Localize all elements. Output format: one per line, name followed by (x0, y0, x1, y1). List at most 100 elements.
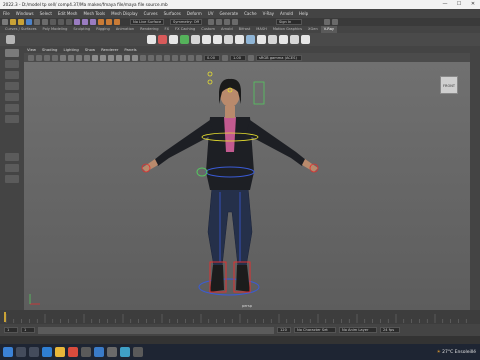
viewport-menu-lighting[interactable]: Lighting (60, 47, 81, 52)
vray-cosmos-icon[interactable] (290, 35, 299, 44)
xray-icon[interactable] (180, 54, 186, 61)
camera-select-icon[interactable] (28, 54, 34, 61)
face-control-mid[interactable] (207, 79, 213, 85)
app-icon-1[interactable] (81, 347, 91, 357)
menu-edit-mesh[interactable]: Edit Mesh (55, 11, 81, 16)
menu-help[interactable]: Help (296, 11, 311, 16)
live-surface-field[interactable]: No Live Surface (130, 19, 164, 25)
menu-mesh-tools[interactable]: Mesh Tools (80, 11, 108, 16)
maximize-icon[interactable]: ☐ (452, 0, 466, 9)
chrome-icon[interactable] (68, 347, 78, 357)
current-frame-marker[interactable] (4, 312, 6, 322)
camera-attributes-icon[interactable] (36, 54, 42, 61)
anim-start-field[interactable]: 1 (21, 327, 35, 333)
textured-icon[interactable] (116, 54, 122, 61)
snap-grid-icon[interactable] (74, 19, 80, 25)
range-slider[interactable] (38, 326, 274, 334)
vray-object-properties-icon[interactable] (279, 35, 288, 44)
use-all-lights-icon[interactable] (124, 54, 130, 61)
maya-taskbar-icon[interactable] (120, 347, 130, 357)
file-explorer-icon[interactable] (55, 347, 65, 357)
minimize-icon[interactable]: — (438, 0, 452, 9)
weather-widget[interactable]: ☀ 27°C Ensoleillé (437, 350, 480, 355)
lasso-tool-icon[interactable] (5, 60, 19, 68)
menu-deform[interactable]: Deform (184, 11, 205, 16)
shelf-tab-xgen[interactable]: XGen (305, 26, 321, 33)
isolate-select-icon[interactable] (172, 54, 178, 61)
menu-arnold[interactable]: Arnold (277, 11, 296, 16)
motion-blur-icon[interactable] (148, 54, 154, 61)
wireframe-on-shaded-icon[interactable] (108, 54, 114, 61)
close-icon[interactable]: ✕ (466, 0, 480, 9)
menu-curves[interactable]: Curves (141, 11, 161, 16)
vray-proxy-icon[interactable] (224, 35, 233, 44)
color-management-icon[interactable] (248, 54, 254, 61)
search-icon[interactable] (16, 347, 26, 357)
shelf-tab-bifrost[interactable]: Bifrost (236, 26, 254, 33)
viewport-menu-panels[interactable]: Panels (121, 47, 139, 52)
toolbar-toggle-icon[interactable] (324, 19, 330, 25)
gamma-icon[interactable] (222, 54, 228, 61)
single-view-layout-icon[interactable] (5, 153, 19, 161)
smooth-shade-icon[interactable] (100, 54, 106, 61)
vray-dome-light-icon[interactable] (213, 35, 222, 44)
viewport-menu-view[interactable]: View (24, 47, 39, 52)
shelf-tab-poly-modeling[interactable]: Poly Modeling (40, 26, 71, 33)
screen-space-ao-icon[interactable] (140, 54, 146, 61)
paint-select-tool-icon[interactable] (5, 71, 19, 79)
open-scene-icon[interactable] (18, 19, 24, 25)
redo-icon[interactable] (42, 19, 48, 25)
shelf-tab-v-ray[interactable]: V-Ray (320, 26, 338, 33)
app-icon-2[interactable] (94, 347, 104, 357)
ipr-render-icon[interactable] (106, 19, 112, 25)
wireframe-icon[interactable] (92, 54, 98, 61)
select-by-hierarchy-icon[interactable] (50, 19, 56, 25)
anim-layer-dropdown[interactable]: No Anim Layer (339, 327, 377, 333)
render-settings-icon[interactable] (114, 19, 120, 25)
start-icon[interactable] (3, 347, 13, 357)
move-tool-icon[interactable] (5, 82, 19, 90)
menu-select[interactable]: Select (37, 11, 55, 16)
shelf-tab-motion-graphics[interactable]: Motion Graphics (270, 26, 305, 33)
app-icon-3[interactable] (107, 347, 117, 357)
app-icon-4[interactable] (133, 347, 143, 357)
scale-tool-icon[interactable] (5, 104, 19, 112)
snapshot-icon[interactable] (216, 19, 222, 25)
shelf-tab-rigging[interactable]: Rigging (93, 26, 113, 33)
menu-windows[interactable]: Windows (13, 11, 37, 16)
shelf-tab-curves-surfaces[interactable]: Curves / Surfaces (2, 26, 40, 33)
gate-mask-icon[interactable] (84, 54, 90, 61)
task-view-icon[interactable] (29, 347, 39, 357)
gamma-field[interactable]: 1.00 (230, 54, 246, 61)
vray-fur-icon[interactable] (235, 35, 244, 44)
command-line[interactable] (0, 336, 480, 344)
time-slider[interactable] (0, 310, 480, 324)
viewport-menu-renderer[interactable]: Renderer (98, 47, 121, 52)
shelf-tab-custom[interactable]: Custom (198, 26, 218, 33)
menu-cache[interactable]: Cache (241, 11, 259, 16)
shadows-icon[interactable] (132, 54, 138, 61)
range-start-field[interactable]: 1 (4, 327, 18, 333)
vray-sphere-light-icon[interactable] (202, 35, 211, 44)
vray-physical-camera-icon[interactable] (246, 35, 255, 44)
shelf-settings-icon[interactable] (6, 35, 15, 44)
vray-material-icon[interactable] (180, 35, 189, 44)
vray-scene-icon[interactable] (257, 35, 266, 44)
save-scene-icon[interactable] (26, 19, 32, 25)
menu-v-ray[interactable]: V-Ray (260, 11, 277, 16)
edge-icon[interactable] (42, 347, 52, 357)
select-by-object-icon[interactable] (58, 19, 64, 25)
bookmark-icon[interactable] (44, 54, 50, 61)
view-cube[interactable]: FRONT (440, 76, 458, 94)
xray-joints-icon[interactable] (188, 54, 194, 61)
sign-in-button[interactable]: Sign In (276, 19, 302, 25)
vray-render-icon[interactable] (147, 35, 156, 44)
menu-set-selector[interactable] (2, 19, 8, 25)
shelf-tab-rendering[interactable]: Rendering (137, 26, 161, 33)
face-panel-control[interactable] (253, 81, 265, 105)
menu-file[interactable]: File (0, 11, 13, 16)
viewport-menu-shading[interactable]: Shading (39, 47, 60, 52)
depth-of-field-icon[interactable] (164, 54, 170, 61)
backface-culling-icon[interactable] (196, 54, 202, 61)
exposure-field[interactable]: 0.00 (204, 54, 220, 61)
